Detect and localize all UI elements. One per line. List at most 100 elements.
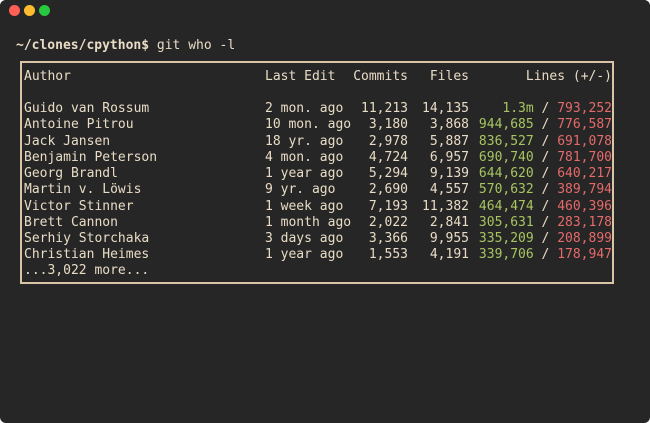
results-table: Author Last Edit Commits Files Lines (+/… — [20, 61, 614, 284]
author-cell: Martin v. Löwis — [24, 182, 142, 198]
last-edit-cell: 4 mon. ago — [265, 149, 344, 165]
files-cell: 11,382 — [422, 198, 469, 214]
lines-separator: / — [533, 101, 558, 116]
author-cell: Christian Heimes — [24, 247, 150, 263]
commits-cell: 4,724 — [368, 149, 408, 165]
lines-separator: / — [533, 166, 558, 181]
author-cell: Jack Jansen — [24, 133, 111, 149]
table-row: Guido van Rossum 2 mon. ago 11,213 14,135 1.… — [22, 101, 612, 117]
last-edit-cell: 2 mon. ago — [265, 101, 344, 116]
table-row: Brett Cannon 1 month ago 2,022 2,841 305,631… — [22, 215, 612, 231]
lines-removed: 178,947 — [557, 247, 612, 263]
more-indicator: ...3,022 more... — [22, 263, 612, 279]
lines-separator: / — [533, 133, 558, 149]
lines-added: 464,474 — [478, 198, 534, 214]
table-row: Antoine Pitrou 10 mon. ago 3,180 3,868 944,6… — [22, 117, 612, 133]
last-edit-cell: 1 year ago — [265, 166, 344, 181]
files-cell: 2,841 — [429, 214, 469, 230]
lines-added: 690,740 — [478, 149, 534, 165]
lines-added: 1.3m — [502, 101, 534, 116]
commits-cell: 2,978 — [368, 133, 408, 149]
last-edit-cell: 9 yr. ago — [265, 182, 336, 198]
header-last-edit: Last Edit — [265, 69, 336, 84]
files-cell: 14,135 — [422, 101, 469, 116]
lines-removed: 691,078 — [557, 133, 612, 149]
author-cell: Benjamin Peterson — [24, 149, 158, 165]
lines-removed: 208,899 — [557, 231, 612, 246]
table-row: Georg Brandl 1 year ago 5,294 9,139 644,620 … — [22, 166, 612, 182]
lines-separator: / — [533, 247, 558, 263]
author-cell: Victor Stinner — [24, 198, 134, 214]
table-header: Author Last Edit Commits Files Lines (+/… — [22, 69, 612, 85]
header-commits: Commits — [353, 69, 408, 84]
lines-removed: 460,396 — [557, 198, 612, 214]
lines-added: 836,527 — [478, 133, 534, 149]
lines-added: 570,632 — [478, 182, 534, 198]
commits-cell: 5,294 — [368, 166, 408, 181]
last-edit-cell: 1 week ago — [265, 198, 344, 214]
header-author: Author — [24, 69, 71, 84]
commits-cell: 7,193 — [368, 198, 408, 214]
table-row: Benjamin Peterson 4 mon. ago 4,724 6,957 690… — [22, 150, 612, 166]
lines-added: 339,706 — [478, 247, 534, 263]
author-cell: Guido van Rossum — [24, 101, 150, 116]
table-row: Victor Stinner 1 week ago 7,193 11,382 464,4… — [22, 199, 612, 215]
commits-cell: 11,213 — [361, 101, 408, 116]
header-files: Files — [429, 69, 469, 84]
commits-cell: 3,180 — [368, 117, 408, 133]
last-edit-cell: 1 month ago — [265, 214, 352, 230]
header-lines: Lines (+/-) — [525, 69, 612, 84]
files-cell: 6,957 — [429, 149, 469, 165]
lines-cell: 690,740 / 781,700 — [479, 150, 612, 166]
lines-separator: / — [533, 231, 558, 246]
author-cell: Antoine Pitrou — [24, 117, 134, 133]
lines-removed: 776,587 — [557, 117, 612, 133]
more-text: ...3,022 more... — [24, 263, 150, 278]
lines-removed: 781,700 — [557, 149, 612, 165]
lines-separator: / — [533, 214, 558, 230]
prompt-path: ~/clones/cpython$ — [16, 38, 150, 53]
files-cell: 4,557 — [429, 182, 469, 198]
lines-cell: 644,620 / 640,217 — [479, 166, 612, 182]
table-row: Jack Jansen 18 yr. ago 2,978 5,887 836,527 /… — [22, 134, 612, 150]
lines-removed: 283,178 — [557, 214, 612, 230]
lines-added: 335,209 — [478, 231, 534, 246]
lines-removed: 389,794 — [557, 182, 612, 198]
table-row: Christian Heimes 1 year ago 1,553 4,191 339,… — [22, 247, 612, 263]
lines-cell: 305,631 / 283,178 — [479, 215, 612, 231]
lines-separator: / — [533, 182, 558, 198]
close-button[interactable] — [9, 5, 20, 16]
lines-cell: 570,632 / 389,794 — [479, 182, 612, 198]
last-edit-cell: 10 mon. ago — [265, 117, 352, 133]
lines-cell: 1.3m / 793,252 — [502, 101, 612, 117]
files-cell: 5,887 — [429, 133, 469, 149]
minimize-button[interactable] — [24, 5, 35, 16]
files-cell: 4,191 — [429, 247, 469, 263]
lines-added: 644,620 — [478, 166, 534, 181]
commits-cell: 2,022 — [368, 214, 408, 230]
command-text: git who -l — [149, 38, 236, 53]
author-cell: Georg Brandl — [24, 166, 118, 181]
files-cell: 9,139 — [429, 166, 469, 181]
author-cell: Serhiy Storchaka — [24, 231, 150, 246]
lines-added: 305,631 — [478, 214, 534, 230]
lines-removed: 640,217 — [557, 166, 612, 181]
commits-cell: 3,366 — [368, 231, 408, 246]
lines-separator: / — [533, 198, 558, 214]
lines-cell: 944,685 / 776,587 — [479, 117, 612, 133]
files-cell: 3,868 — [429, 117, 469, 133]
lines-cell: 464,474 / 460,396 — [479, 199, 612, 215]
lines-added: 944,685 — [478, 117, 534, 133]
commits-cell: 2,690 — [368, 182, 408, 198]
table-row: Martin v. Löwis 9 yr. ago 2,690 4,557 570,63… — [22, 182, 612, 198]
terminal-window: ~/clones/cpython$ git who -l Author Last… — [0, 0, 650, 423]
lines-cell: 836,527 / 691,078 — [479, 134, 612, 150]
files-cell: 9,955 — [429, 231, 469, 246]
command-line[interactable]: ~/clones/cpython$ git who -l — [16, 38, 235, 54]
last-edit-cell: 3 days ago — [265, 231, 344, 246]
lines-separator: / — [533, 117, 558, 133]
lines-removed: 793,252 — [557, 101, 612, 116]
zoom-button[interactable] — [39, 5, 50, 16]
lines-cell: 335,209 / 208,899 — [479, 231, 612, 247]
table-row: Serhiy Storchaka 3 days ago 3,366 9,955 335,… — [22, 231, 612, 247]
